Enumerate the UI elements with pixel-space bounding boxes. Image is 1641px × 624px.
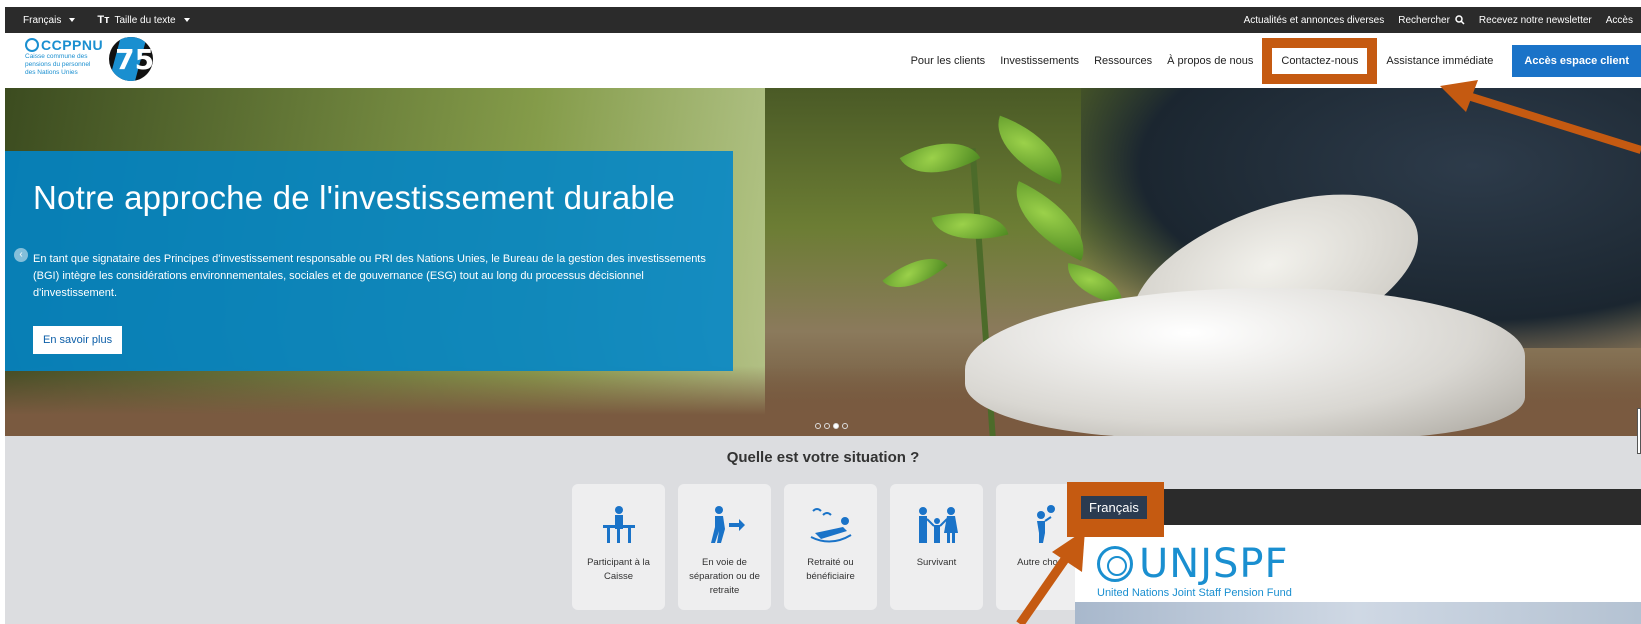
situation-card-label: En voie de séparation ou de retraite (689, 557, 760, 596)
carousel-dot[interactable] (824, 423, 830, 429)
learn-more-button[interactable]: En savoir plus (33, 326, 123, 354)
popup-banner-image (1075, 602, 1641, 624)
client-space-button[interactable]: Accès espace client (1512, 45, 1641, 77)
situation-title: Quelle est votre situation ? (726, 449, 920, 466)
situation-card[interactable]: En voie de séparation ou de retraite (678, 484, 771, 610)
carousel-dot[interactable] (842, 423, 848, 429)
logo-sub-2: pensions du personnel (25, 61, 91, 68)
nav-assistance[interactable]: Assistance immédiate (1386, 55, 1493, 67)
main-nav: Pour les clients Investissements Ressour… (911, 38, 1641, 84)
language-highlight: Français (1067, 482, 1164, 537)
nav-clients[interactable]: Pour les clients (911, 55, 986, 67)
situation-cards: Participant à la Caisse En voie de sépar… (572, 484, 1089, 610)
hero-carousel: Notre approche de l'investissement durab… (5, 88, 1641, 436)
popup-language-button[interactable]: Français (1081, 496, 1147, 519)
nav-investments[interactable]: Investissements (1000, 55, 1079, 67)
situation-card-label: Retraité ou bénéficiaire (806, 557, 855, 582)
situation-card[interactable]: Participant à la Caisse (572, 484, 665, 610)
carousel-dot[interactable] (815, 423, 821, 429)
situation-card[interactable]: Survivant (890, 484, 983, 610)
logo-sub-3: des Nations Unies (25, 69, 78, 76)
chevron-left-icon[interactable]: ‹ (14, 248, 28, 262)
nav-resources[interactable]: Ressources (1094, 55, 1152, 67)
news-link[interactable]: Actualités et annonces diverses (1244, 15, 1385, 26)
unjspf-subtitle: United Nations Joint Staff Pension Fund (1097, 587, 1292, 599)
desk-person-icon (572, 494, 665, 556)
gloved-hand (965, 288, 1525, 436)
logo-brand: CCPPNU (41, 37, 104, 53)
site-header: CCPPNU Caisse commune des pensions du pe… (5, 33, 1641, 88)
family-icon (890, 494, 983, 556)
hero-panel: Notre approche de l'investissement durab… (5, 151, 733, 371)
situation-card[interactable]: Retraité ou bénéficiaire (784, 484, 877, 610)
nav-contact[interactable]: Contactez-nous (1262, 38, 1378, 84)
text-size-label: Taille du texte (114, 14, 176, 26)
chevron-down-icon (69, 18, 76, 22)
text-size-selector[interactable]: Tт Taille du texte (97, 14, 190, 26)
nav-about[interactable]: À propos de nous (1167, 55, 1253, 67)
language-selector[interactable]: Français (23, 14, 76, 26)
anniversary-number: 75 (115, 43, 154, 76)
situation-card-label: Survivant (916, 557, 957, 568)
unjspf-logo: UNJSPF (1097, 541, 1289, 587)
access-link[interactable]: Accès (1606, 15, 1633, 26)
logo-sub-1: Caisse commune des (25, 53, 88, 60)
text-size-icon: Tт (97, 14, 110, 26)
search-label: Rechercher (1398, 14, 1450, 26)
hero-title: Notre approche de l'investissement durab… (33, 179, 676, 216)
situation-card-label: Participant à la Caisse (587, 557, 650, 582)
carousel-dots (815, 423, 848, 429)
top-utility-bar: Français Tт Taille du texte Actualités e… (5, 7, 1641, 33)
un-emblem-icon (1097, 546, 1133, 582)
newsletter-link[interactable]: Recevez notre newsletter (1479, 15, 1592, 26)
retiree-relaxing-icon (784, 494, 877, 556)
site-logo[interactable]: CCPPNU Caisse commune des pensions du pe… (25, 37, 154, 81)
language-label: Français (23, 14, 62, 26)
carousel-dot-active[interactable] (833, 423, 839, 429)
logo-text: CCPPNU Caisse commune des pensions du pe… (25, 37, 103, 77)
popup-body: UNJSPF United Nations Joint Staff Pensio… (1075, 525, 1641, 624)
search-icon (1455, 15, 1465, 25)
anniversary-badge: 75 (109, 37, 154, 81)
unjspf-brand: UNJSPF (1139, 541, 1289, 587)
hero-text: En tant que signataire des Principes d'i… (33, 253, 706, 299)
chevron-down-icon (183, 18, 190, 22)
person-exit-icon (678, 494, 771, 556)
search-link[interactable]: Rechercher (1398, 15, 1465, 26)
side-tab[interactable] (1637, 408, 1641, 454)
un-emblem-icon (25, 38, 39, 52)
